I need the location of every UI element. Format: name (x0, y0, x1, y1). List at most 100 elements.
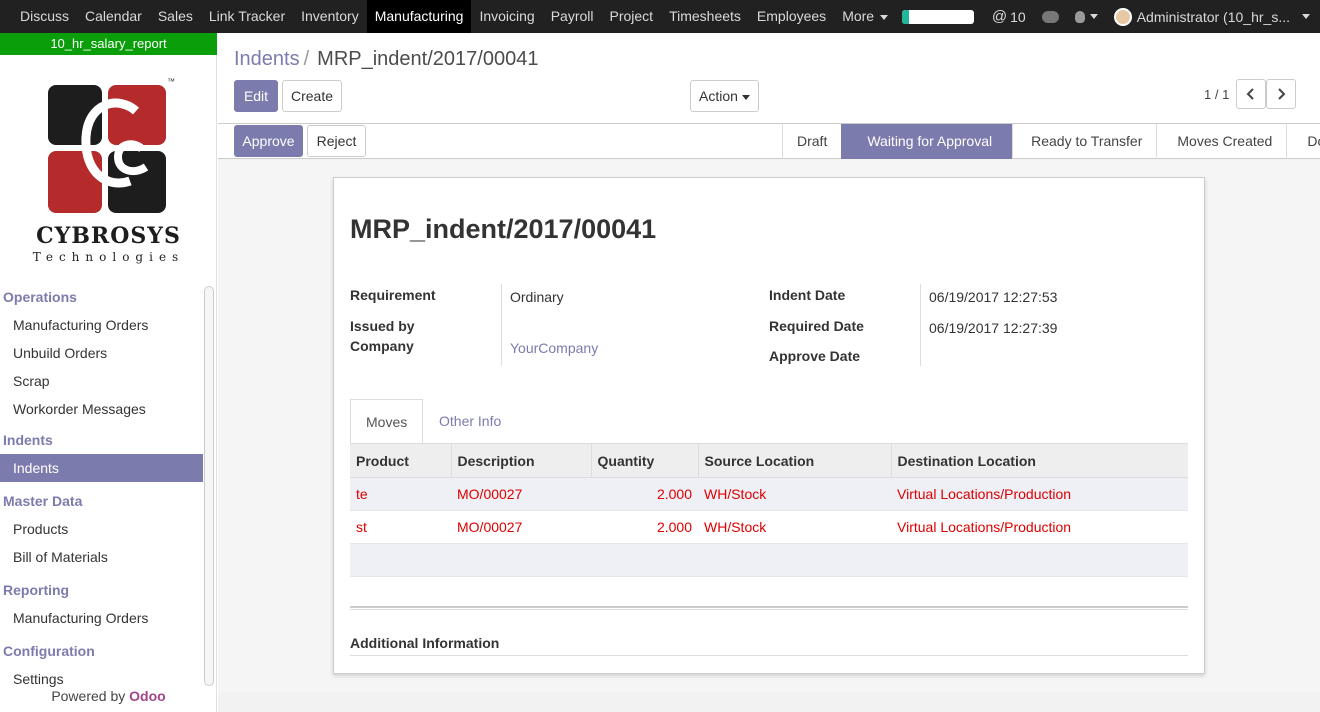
pager-previous-button[interactable] (1236, 79, 1266, 109)
indent-date-value: 06/19/2017 12:27:53 (929, 289, 1058, 305)
powered-by[interactable]: Powered by Odoo (0, 688, 217, 704)
breadcrumb-current: MRP_indent/2017/00041 (317, 48, 539, 70)
cell-destination-location: Virtual Locations/Production (891, 510, 1188, 544)
empty-row-cell (350, 543, 1188, 577)
sidebar-menu: Operations Manufacturing Orders Unbuild … (0, 283, 203, 693)
cell-destination-location: Virtual Locations/Production (891, 477, 1188, 511)
menu-item-scrap[interactable]: Scrap (0, 367, 203, 395)
cell-quantity: 2.000 (591, 510, 698, 544)
approve-date-label: Approve Date (769, 348, 861, 364)
menu-item-workorder-messages[interactable]: Workorder Messages (0, 395, 203, 423)
action-dropdown[interactable]: Action (690, 80, 759, 112)
logo-company-name: CYBROSYS (36, 223, 181, 249)
section-separator (350, 606, 1188, 610)
menu-item-unbuild-orders[interactable]: Unbuild Orders (0, 339, 203, 367)
required-date-value: 06/19/2017 12:27:39 (929, 320, 1058, 336)
reject-button[interactable]: Reject (307, 125, 366, 157)
menu-item-bill-of-materials[interactable]: Bill of Materials (0, 543, 203, 571)
logo-company-tagline: Technologies (32, 250, 185, 264)
planner-progress-bar[interactable] (901, 9, 974, 24)
control-panel: Indents / MRP_indent/2017/00041 Edit Creat… (218, 33, 1320, 124)
app-project[interactable]: Project (602, 0, 662, 33)
app-inventory[interactable]: Inventory (293, 0, 367, 33)
app-timesheets[interactable]: Timesheets (661, 0, 749, 33)
app-sales[interactable]: Sales (150, 0, 201, 33)
tab-other-info[interactable]: Other Info (424, 399, 516, 445)
mentions-button[interactable]: @10 (992, 8, 1026, 25)
systray: @10 Administrator (10_hr_s... (901, 0, 1320, 33)
cell-description: MO/00027 (451, 477, 591, 511)
caret-down-icon (1089, 14, 1098, 19)
menu-item-reporting-manufacturing-orders[interactable]: Manufacturing Orders (0, 604, 203, 632)
stage-moves-created[interactable]: Moves Created (1156, 124, 1286, 159)
more-label: More (842, 8, 875, 24)
app-discuss[interactable]: Discuss (12, 0, 77, 33)
section-divider (350, 655, 1188, 656)
approve-button[interactable]: Approve (234, 125, 303, 157)
breadcrumb: Indents / MRP_indent/2017/00041 (234, 48, 538, 71)
app-calendar[interactable]: Calendar (77, 0, 150, 33)
menu-section-configuration: Configuration (3, 643, 95, 659)
table-row[interactable]: st MO/00027 2.000 WH/Stock Virtual Locat… (350, 510, 1188, 544)
column-header-description[interactable]: Description (450, 443, 591, 478)
stage-draft[interactable]: Draft (782, 124, 841, 159)
breadcrumb-separator: / (303, 48, 310, 70)
tab-moves[interactable]: Moves (350, 399, 424, 445)
main-content: Indents / MRP_indent/2017/00041 Edit Creat… (218, 33, 1320, 712)
user-name: Administrator (10_hr_s... (1136, 8, 1290, 25)
sidebar-scrollbar[interactable] (204, 286, 214, 686)
app-invoicing[interactable]: Invoicing (471, 0, 542, 33)
column-header-source-location[interactable]: Source Location (697, 443, 891, 478)
stage-waiting-for-approval[interactable]: Waiting for Approval (841, 124, 1013, 159)
notebook-tabs: Moves Other Info (350, 399, 1188, 445)
app-employees[interactable]: Employees (749, 0, 834, 33)
edit-button[interactable]: Edit (234, 80, 278, 112)
table-row[interactable]: te MO/00027 2.000 WH/Stock Virtual Locat… (350, 477, 1188, 511)
menu-item-products[interactable]: Products (0, 515, 203, 543)
requirement-value: Ordinary (510, 289, 564, 305)
moves-table: Product Description Quantity Source Loca… (350, 443, 1188, 577)
more-menu[interactable]: More (834, 0, 896, 33)
app-payroll[interactable]: Payroll (543, 0, 602, 33)
menu-item-indents[interactable]: Indents (0, 454, 203, 482)
create-button[interactable]: Create (282, 80, 342, 112)
stage-ready-to-transfer[interactable]: Ready to Transfer (1012, 124, 1156, 159)
menu-item-manufacturing-orders[interactable]: Manufacturing Orders (0, 311, 203, 339)
app-link-tracker[interactable]: Link Tracker (201, 0, 293, 33)
odoo-link[interactable]: Odoo (129, 688, 166, 704)
user-avatar (1113, 7, 1132, 26)
action-label: Action (699, 88, 738, 104)
mentions-count: 10 (1010, 8, 1026, 25)
chevron-right-icon (1278, 88, 1286, 100)
user-menu[interactable]: Administrator (10_hr_s... (1113, 7, 1310, 26)
debug-menu-button[interactable] (1074, 10, 1098, 23)
stage-done[interactable]: Done (1286, 124, 1320, 159)
messages-button[interactable] (1041, 10, 1059, 23)
menu-section-reporting: Reporting (3, 582, 70, 598)
table-row-empty (350, 543, 1188, 577)
column-header-quantity[interactable]: Quantity (590, 443, 698, 478)
issued-by-company-link[interactable]: YourCompany (510, 340, 598, 356)
bug-icon (1074, 10, 1085, 23)
column-header-product[interactable]: Product (350, 443, 451, 478)
top-navbar: Discuss Calendar Sales Link Tracker Inve… (0, 0, 1320, 33)
cell-product: st (350, 510, 451, 544)
menu-section-operations: Operations (3, 289, 77, 305)
column-header-destination-location[interactable]: Destination Location (890, 443, 1188, 478)
caret-down-icon (880, 14, 889, 20)
caret-down-icon (741, 94, 750, 100)
field-separator (920, 284, 921, 366)
pager-value[interactable]: 1 / 1 (1204, 87, 1229, 102)
required-date-label: Required Date (769, 318, 864, 334)
field-separator (501, 284, 502, 366)
pager-next-button[interactable] (1266, 79, 1296, 109)
app-manufacturing[interactable]: Manufacturing (366, 0, 472, 33)
status-stages: Draft Waiting for Approval Ready to Tran… (782, 124, 1320, 159)
table-header-row: Product Description Quantity Source Loca… (350, 443, 1188, 478)
chat-bubble-icon (1041, 10, 1059, 23)
cell-source-location: WH/Stock (698, 477, 891, 511)
breadcrumb-indents-link[interactable]: Indents (234, 48, 300, 70)
cell-quantity: 2.000 (591, 477, 698, 511)
powered-by-prefix: Powered by (51, 688, 126, 704)
trademark-mark: ™ (167, 77, 175, 86)
